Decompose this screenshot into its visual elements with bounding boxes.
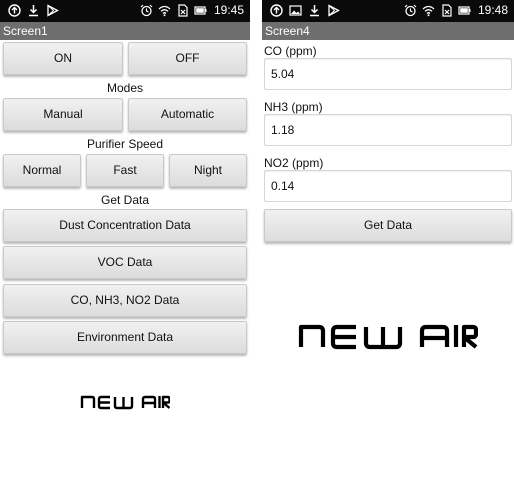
play-store-icon — [46, 4, 59, 17]
automatic-button[interactable]: Automatic — [128, 98, 247, 131]
co-label: CO (ppm) — [264, 44, 317, 58]
screenshot-gap — [250, 0, 262, 492]
normal-speed-button[interactable]: Normal — [3, 154, 81, 187]
get-data-heading: Get Data — [100, 193, 150, 207]
on-button[interactable]: ON — [3, 42, 123, 75]
modes-heading: Modes — [106, 81, 144, 95]
screen1: 19:45 Screen1 ON OFF Modes Manual Automa… — [0, 0, 250, 492]
no2-value-field[interactable]: 0.14 — [264, 170, 512, 202]
wifi-icon — [158, 4, 171, 17]
night-speed-button[interactable]: Night — [169, 154, 247, 187]
status-bar: 19:45 — [0, 0, 250, 22]
environment-data-button[interactable]: Environment Data — [3, 321, 247, 354]
voc-data-button[interactable]: VOC Data — [3, 246, 247, 279]
dust-concentration-button[interactable]: Dust Concentration Data — [3, 209, 247, 242]
nh3-label: NH3 (ppm) — [264, 100, 323, 114]
screen-title: Screen1 — [0, 22, 250, 40]
download-icon — [27, 4, 40, 17]
off-button[interactable]: OFF — [128, 42, 247, 75]
get-data-button[interactable]: Get Data — [264, 209, 512, 242]
image-icon — [289, 4, 302, 17]
alarm-icon — [140, 4, 153, 17]
battery-icon — [458, 4, 471, 17]
status-bar: 19:48 — [262, 0, 514, 22]
manual-button[interactable]: Manual — [3, 98, 123, 131]
nh3-value-field[interactable]: 1.18 — [264, 114, 512, 146]
co-nh3-no2-button[interactable]: CO, NH3, NO2 Data — [3, 284, 247, 317]
play-store-icon — [327, 4, 340, 17]
new-air-logo — [80, 395, 170, 410]
download-icon — [308, 4, 321, 17]
co-value-field[interactable]: 5.04 — [264, 58, 512, 90]
new-air-logo — [298, 324, 478, 350]
status-clock: 19:45 — [213, 3, 244, 17]
upload-icon — [8, 4, 21, 17]
no-sim-icon — [176, 3, 189, 17]
no2-label: NO2 (ppm) — [264, 156, 324, 170]
screen4: 19:48 Screen4 CO (ppm) 5.04 NH3 (ppm) 1.… — [262, 0, 514, 492]
fast-speed-button[interactable]: Fast — [86, 154, 164, 187]
purifier-speed-heading: Purifier Speed — [86, 137, 164, 151]
alarm-icon — [404, 4, 417, 17]
wifi-icon — [422, 4, 435, 17]
status-clock: 19:48 — [477, 3, 508, 17]
upload-icon — [270, 4, 283, 17]
battery-icon — [194, 4, 207, 17]
no-sim-icon — [440, 3, 453, 17]
screen-title: Screen4 — [262, 22, 514, 40]
